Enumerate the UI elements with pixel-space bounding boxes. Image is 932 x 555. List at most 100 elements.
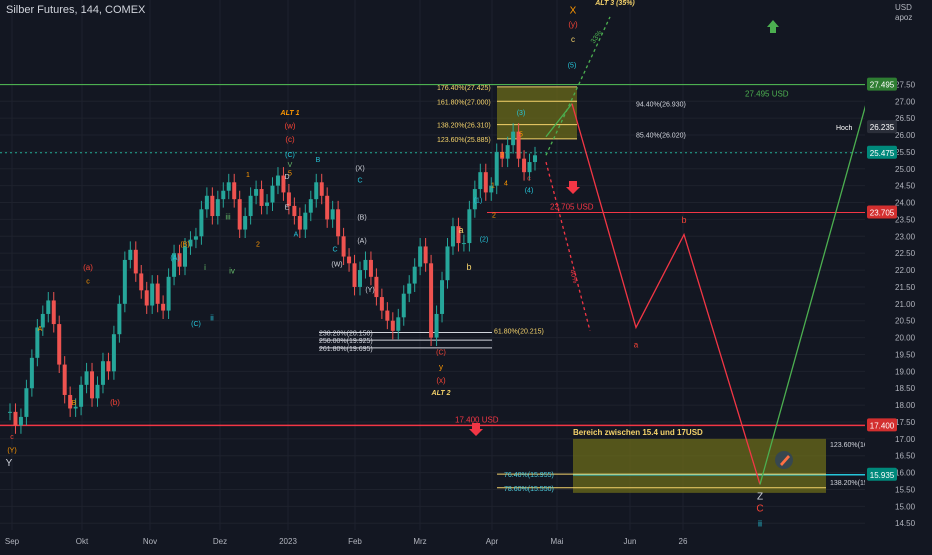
candle-body [522,158,527,173]
time-axis[interactable]: Sep Okt Nov Dez 2023 Feb Mrz Apr Mai Jun 26 [0,532,932,550]
wave-label-c-top: c [571,35,575,44]
price-tick-label: 24.00 [895,199,916,208]
candle-body [396,317,401,331]
chart-area[interactable]: 176.40%(27.425) 161.80%(27.000) 94.40%(26.… [0,0,932,550]
candle-body [511,131,516,146]
candle-body [314,182,319,200]
wave-label-V: V [288,162,293,169]
time-tick-label: Mrz [413,537,426,546]
candle-body [352,263,357,287]
wave-label-five-small: 5 [519,132,523,139]
candle-body [407,283,412,294]
wave-label-A-a: A [38,326,43,333]
mid-label: 23.705 USD [550,203,594,212]
fib-label: 61.80%(20.215) [494,328,544,335]
time-tick-label: Dez [213,537,227,546]
candle-body [358,270,362,287]
price-tick-label: 20.00 [895,334,916,343]
candle-body [401,293,406,318]
wave-label-iii: iii [225,212,231,221]
wave-label-A-small: A [294,231,299,238]
candle-body [254,189,259,196]
candle-body [374,276,379,298]
tag-support: 17.400 [870,421,895,430]
candle-body [308,199,313,213]
candle-body [341,236,346,257]
candle-body [434,313,439,338]
candle-body [412,266,417,284]
candle-body [29,357,34,389]
candle-body [166,276,171,311]
wave-label-three-s: 3 [500,152,504,159]
wave-label-b-red: b [681,215,686,225]
candle-body [297,216,302,230]
wave-label-X-par: (X) [355,165,364,172]
candle-body [122,259,127,304]
price-tick-label: 23.50 [895,215,916,224]
fib-label: 138.20%(26.310) [437,123,491,130]
candle-body [46,300,51,314]
candle-body [347,256,352,264]
candle-body [379,297,384,311]
wave-label-alt1: ALT 1 [280,110,300,117]
candle-body [100,361,105,385]
time-tick-label: Okt [76,537,89,546]
fib-label: 123.60%(25.885) [437,137,491,144]
wave-label-b-y: b [466,262,471,272]
wave-label-ii-bot: ii [758,519,762,529]
candle-body [450,226,455,247]
candle-body [418,246,423,267]
time-tick-label: Apr [486,537,499,546]
candle-body [139,273,144,291]
price-tick-label: 25.00 [895,165,916,174]
candle-body [429,263,434,338]
axis-currency: USD [895,3,912,12]
fib-label: 78.60%(15.550) [504,486,554,493]
wave-label-Y: Y [6,458,13,469]
price-tick-label: 24.50 [895,182,916,191]
fib-label: 123.60%(16 [830,442,868,449]
candle-body [84,371,89,385]
candle-body [111,334,116,372]
wave-label-one-s: 1 [491,182,495,189]
candle-body [265,202,270,206]
wave-label-B-small: B [316,157,321,164]
wave-label-w-par: (w) [284,121,295,130]
wave-label-c-bot: c [10,434,14,441]
candle-body [210,195,215,217]
fib-label: 94.40%(26.930) [636,102,686,109]
candle-body [467,209,472,244]
candle-body [275,175,280,186]
price-tick-label: 19.00 [895,367,916,376]
candle-body [390,320,395,331]
price-tick-label: 27.00 [895,97,916,106]
candle-body [57,324,62,365]
candle-body [13,411,18,426]
candle-body [423,246,428,264]
wave-label-two-s: 2 [492,213,496,220]
wave-label-c-small: c [527,176,531,183]
candle-body [440,280,445,314]
wave-label-y-small: y [439,363,443,372]
time-axis-bg [0,532,932,550]
tag-mid: 23.705 [870,209,895,218]
candle-body [226,182,231,191]
candle-body [62,364,67,395]
candle-body [155,283,160,304]
candle-body [259,189,264,206]
candle-body [368,259,373,277]
symbol-title: Silber Futures, 144, COMEX [6,4,146,16]
wave-label-Y-par: (Y) [7,447,16,454]
candle-body [483,172,488,193]
candle-body [336,209,341,237]
wave-label-C-red: C [756,503,763,514]
wave-label-Y-cap: (Y) [365,287,374,294]
wave-label-A-par: (A) [357,238,366,245]
price-chart[interactable]: 176.40%(27.425) 161.80%(27.000) 94.40%(26.… [0,0,932,550]
candle-body [478,172,483,190]
wave-label-C-cap: (C) [191,321,201,328]
candle-body [505,145,510,159]
price-tick-label: 17.00 [895,435,916,444]
price-tick-label: 23.00 [895,232,916,241]
axis-mode: apoz [895,13,912,22]
